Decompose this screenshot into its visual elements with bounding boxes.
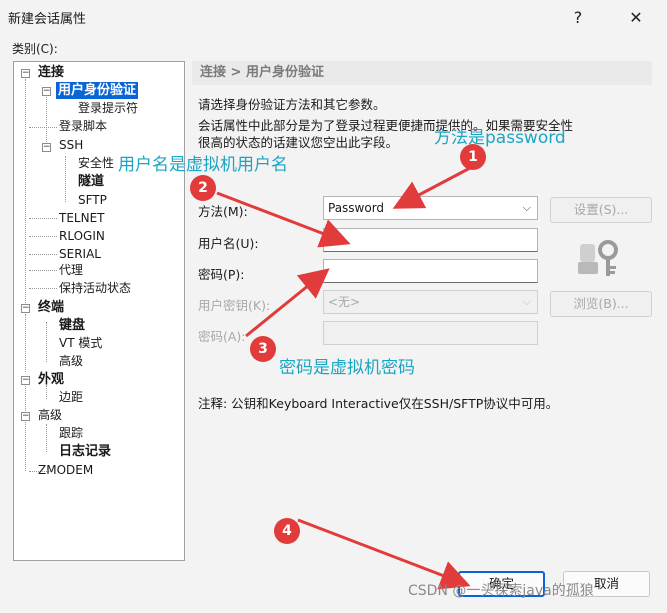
watermark: CSDN @一头探索java的孤狼 <box>408 583 594 599</box>
annotation-text-1: 方法是password <box>434 128 566 148</box>
annotation-text-2: 用户名是虚拟机用户名 <box>118 155 288 175</box>
annotation-badge-3: 3 <box>250 336 276 362</box>
annotation-badge-2: 2 <box>190 175 216 201</box>
annotation-text-3: 密码是虚拟机密码 <box>279 358 415 378</box>
annotation-badge-4: 4 <box>274 518 300 544</box>
annotation-arrows <box>216 166 471 590</box>
